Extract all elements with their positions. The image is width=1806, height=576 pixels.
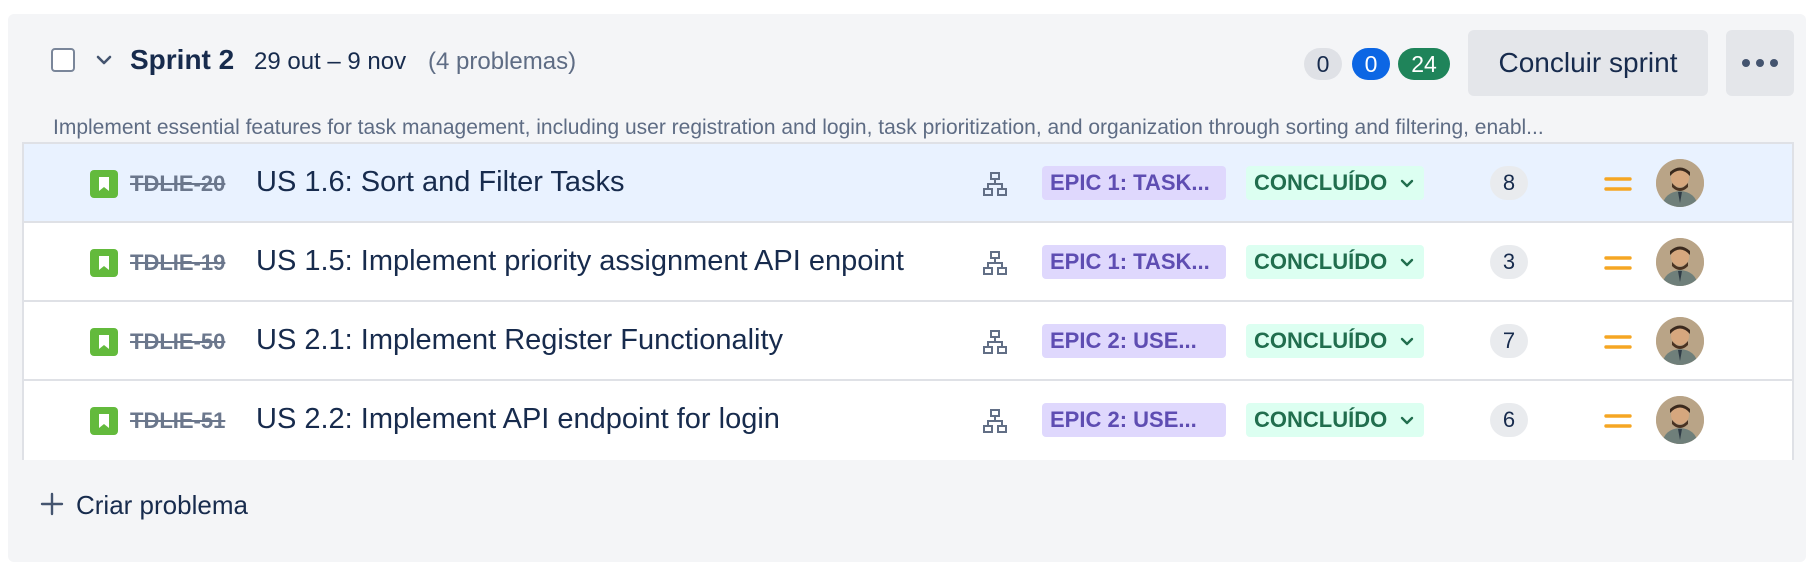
story-points-badge: 7 (1490, 324, 1528, 358)
assignee-avatar[interactable] (1656, 159, 1704, 207)
create-issue-label: Criar problema (76, 490, 248, 520)
sprint-header: Sprint 2 29 out – 9 nov (4 problemas) 0 … (8, 14, 1806, 110)
story-icon (90, 328, 118, 356)
more-horizontal-icon (1770, 59, 1778, 67)
chevron-down-icon (1400, 337, 1414, 346)
complete-sprint-button[interactable]: Concluir sprint (1468, 30, 1708, 96)
chevron-down-icon[interactable] (94, 50, 114, 70)
more-horizontal-icon (1742, 59, 1750, 67)
issue-list: TDLIE-20 US 1.6: Sort and Filter Tasks E… (22, 142, 1794, 460)
chevron-down-icon (1400, 179, 1414, 188)
story-points-badge: 8 (1490, 166, 1528, 200)
issue-key[interactable]: TDLIE-51 (130, 408, 225, 434)
sprint-dates: 29 out – 9 nov (254, 48, 407, 75)
sprint-issue-count: (4 problemas) (428, 48, 577, 75)
done-count-badge: 24 (1398, 48, 1450, 80)
medium-priority-icon (1604, 256, 1632, 270)
more-horizontal-icon (1756, 59, 1764, 67)
issue-row[interactable]: TDLIE-20 US 1.6: Sort and Filter Tasks E… (24, 144, 1792, 223)
epic-lozenge[interactable]: EPIC 1: TASK... (1042, 245, 1226, 279)
story-icon (90, 249, 118, 277)
issue-row[interactable]: TDLIE-51 US 2.2: Implement API endpoint … (24, 381, 1792, 460)
epic-lozenge[interactable]: EPIC 1: TASK... (1042, 166, 1226, 200)
sprint-name: Sprint 2 (130, 44, 235, 75)
todo-count-badge: 0 (1304, 48, 1342, 80)
medium-priority-icon (1604, 177, 1632, 191)
issue-summary[interactable]: US 2.2: Implement API endpoint for login (256, 403, 780, 436)
sprint-container: Sprint 2 29 out – 9 nov (4 problemas) 0 … (8, 14, 1806, 562)
status-dropdown[interactable]: CONCLUÍDO (1246, 245, 1424, 279)
status-label: CONCLUÍDO (1254, 407, 1388, 432)
plus-icon (40, 492, 64, 516)
issue-summary[interactable]: US 1.5: Implement priority assignment AP… (256, 245, 904, 278)
status-label: CONCLUÍDO (1254, 170, 1388, 195)
assignee-avatar[interactable] (1656, 238, 1704, 286)
issue-row[interactable]: TDLIE-50 US 2.1: Implement Register Func… (24, 302, 1792, 381)
story-icon (90, 170, 118, 198)
story-points-badge: 3 (1490, 245, 1528, 279)
issue-summary[interactable]: US 2.1: Implement Register Functionality (256, 324, 783, 357)
sprint-goal: Implement essential features for task ma… (53, 116, 1544, 139)
medium-priority-icon (1604, 335, 1632, 349)
epic-lozenge[interactable]: EPIC 2: USE... (1042, 324, 1226, 358)
more-actions-button[interactable] (1726, 30, 1794, 96)
child-issues-icon[interactable] (982, 329, 1008, 355)
issue-row[interactable]: TDLIE-19 US 1.5: Implement priority assi… (24, 223, 1792, 302)
status-dropdown[interactable]: CONCLUÍDO (1246, 403, 1424, 437)
story-points-badge: 6 (1490, 403, 1528, 437)
chevron-down-icon (1400, 416, 1414, 425)
in-progress-count-badge: 0 (1352, 48, 1390, 80)
sprint-select-checkbox[interactable] (51, 48, 75, 72)
child-issues-icon[interactable] (982, 408, 1008, 434)
chevron-down-icon (1400, 258, 1414, 267)
issue-summary[interactable]: US 1.6: Sort and Filter Tasks (256, 166, 625, 199)
child-issues-icon[interactable] (982, 250, 1008, 276)
status-label: CONCLUÍDO (1254, 328, 1388, 353)
issue-key[interactable]: TDLIE-19 (130, 250, 225, 276)
issue-key[interactable]: TDLIE-50 (130, 329, 225, 355)
status-dropdown[interactable]: CONCLUÍDO (1246, 324, 1424, 358)
assignee-avatar[interactable] (1656, 317, 1704, 365)
issue-key[interactable]: TDLIE-20 (130, 171, 225, 197)
child-issues-icon[interactable] (982, 171, 1008, 197)
story-icon (90, 407, 118, 435)
assignee-avatar[interactable] (1656, 396, 1704, 444)
status-dropdown[interactable]: CONCLUÍDO (1246, 166, 1424, 200)
medium-priority-icon (1604, 414, 1632, 428)
epic-lozenge[interactable]: EPIC 2: USE... (1042, 403, 1226, 437)
status-label: CONCLUÍDO (1254, 249, 1388, 274)
